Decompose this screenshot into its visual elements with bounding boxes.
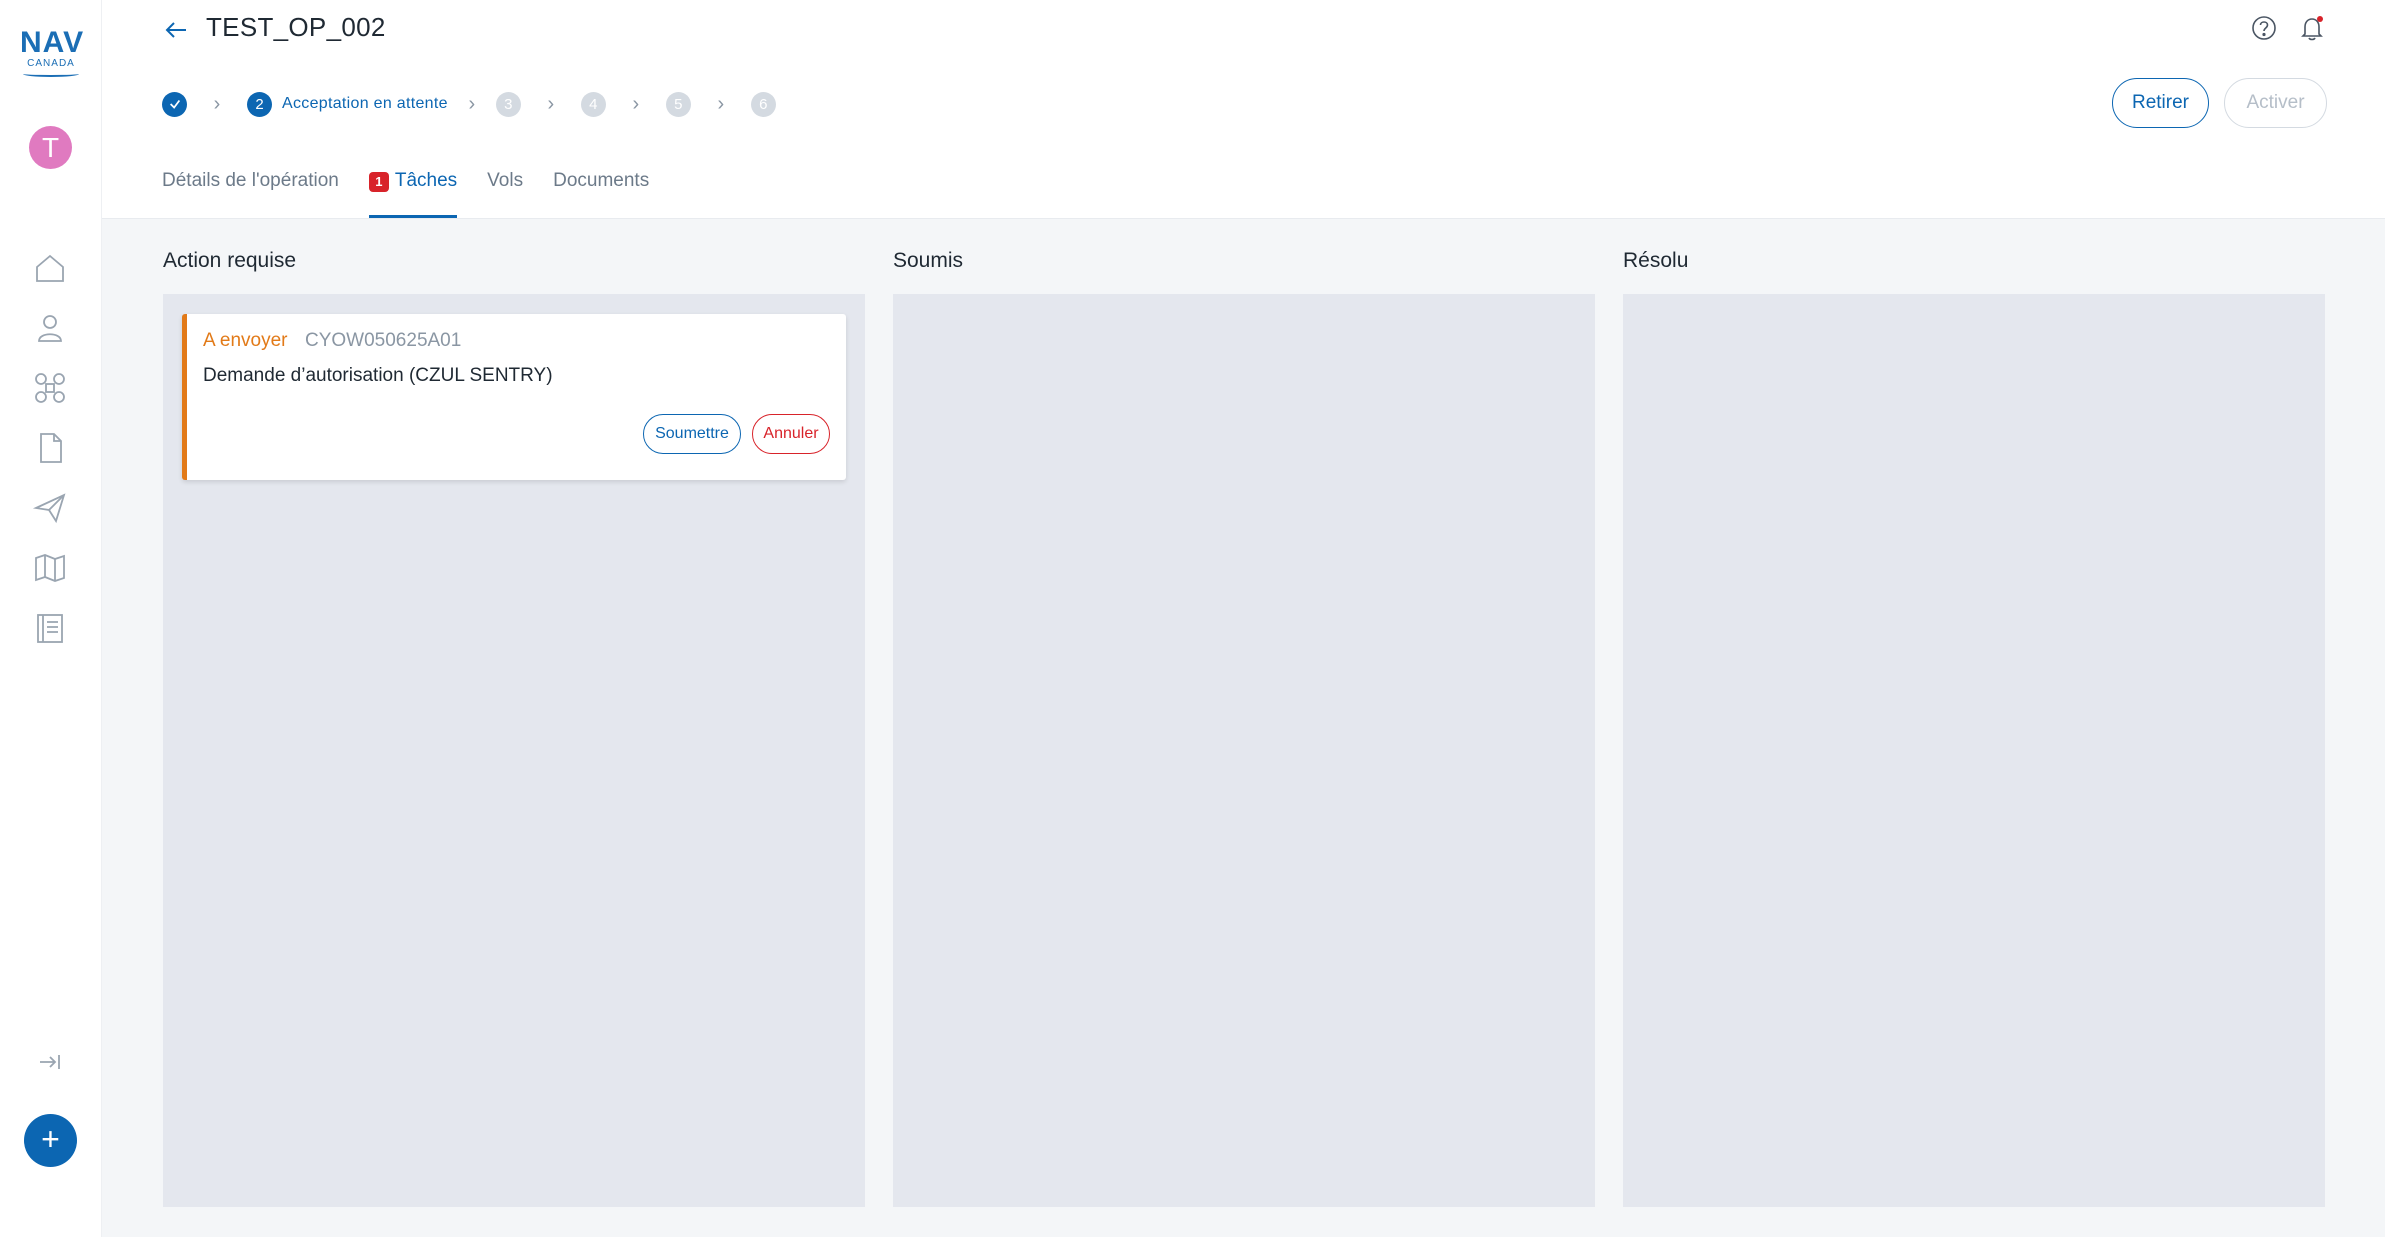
column-body — [1623, 294, 2325, 1207]
chevron-right-icon: › — [213, 92, 221, 115]
logo-nav-text: NAV — [20, 26, 85, 59]
task-count-badge: 1 — [368, 172, 389, 192]
add-button[interactable]: + — [24, 1114, 77, 1167]
step-6: 6 — [750, 91, 776, 117]
notification-bell-icon[interactable] — [2298, 14, 2326, 42]
tab-taches[interactable]: 1 Tâches — [368, 160, 458, 218]
back-arrow-icon[interactable] — [162, 16, 190, 44]
sidebar: NAV CANADA T + — [0, 0, 102, 1237]
chevron-right-icon: › — [632, 92, 640, 115]
column-title: Soumis — [893, 249, 964, 272]
logo-swoosh — [23, 71, 79, 77]
nav-canada-logo[interactable]: NAV CANADA — [20, 26, 85, 77]
task-board: Action requise A envoyer CYOW050625A01 D… — [102, 218, 2385, 1237]
column-title: Action requise — [163, 249, 297, 272]
step-5: 5 — [665, 91, 691, 117]
task-description: Demande d’autorisation (CZUL SENTRY) — [203, 365, 553, 386]
step-2-label: Acceptation en attente — [282, 95, 448, 112]
column-body: A envoyer CYOW050625A01 Demande d’autori… — [163, 294, 865, 1207]
step-2-number[interactable]: 2 — [247, 91, 272, 117]
help-icon[interactable] — [2250, 14, 2278, 42]
tab-bar: Détails de l'opération 1 Tâches Vols Doc… — [162, 160, 679, 218]
drone-icon[interactable] — [32, 370, 68, 406]
step-1-complete[interactable] — [162, 91, 187, 117]
column-title: Résolu — [1623, 249, 1689, 272]
activer-button[interactable]: Activer — [2224, 78, 2327, 128]
stepper: › 2 Acceptation en attente › 3 › 4 › 5 ›… — [162, 90, 776, 118]
document-icon[interactable] — [32, 430, 68, 466]
logbook-icon[interactable] — [32, 610, 68, 646]
task-status: A envoyer — [203, 330, 288, 351]
avatar[interactable]: T — [29, 126, 72, 169]
chevron-right-icon: › — [547, 92, 555, 115]
page-title: TEST_OP_002 — [206, 12, 386, 42]
send-icon[interactable] — [32, 490, 68, 526]
step-4: 4 — [580, 91, 606, 117]
collapse-icon[interactable] — [36, 1048, 64, 1076]
retirer-button[interactable]: Retirer — [2112, 78, 2209, 128]
user-icon[interactable] — [32, 310, 68, 346]
tab-vols[interactable]: Vols — [487, 160, 523, 218]
task-card[interactable]: A envoyer CYOW050625A01 Demande d’autori… — [182, 314, 846, 480]
tab-details[interactable]: Détails de l'opération — [162, 160, 339, 218]
home-icon[interactable] — [32, 250, 68, 286]
map-icon[interactable] — [32, 550, 68, 586]
step-3: 3 — [495, 91, 521, 117]
submit-button[interactable]: Soumettre — [643, 414, 741, 454]
header: TEST_OP_002 › 2 Acceptation en attente ›… — [102, 0, 2385, 218]
chevron-right-icon: › — [717, 92, 725, 115]
chevron-right-icon: › — [468, 92, 476, 115]
cancel-button[interactable]: Annuler — [752, 414, 830, 454]
tab-taches-label: Tâches — [394, 170, 458, 191]
task-code: CYOW050625A01 — [305, 330, 462, 351]
tab-documents[interactable]: Documents — [553, 160, 649, 218]
logo-canada-text: CANADA — [27, 58, 75, 69]
column-body — [893, 294, 1595, 1207]
